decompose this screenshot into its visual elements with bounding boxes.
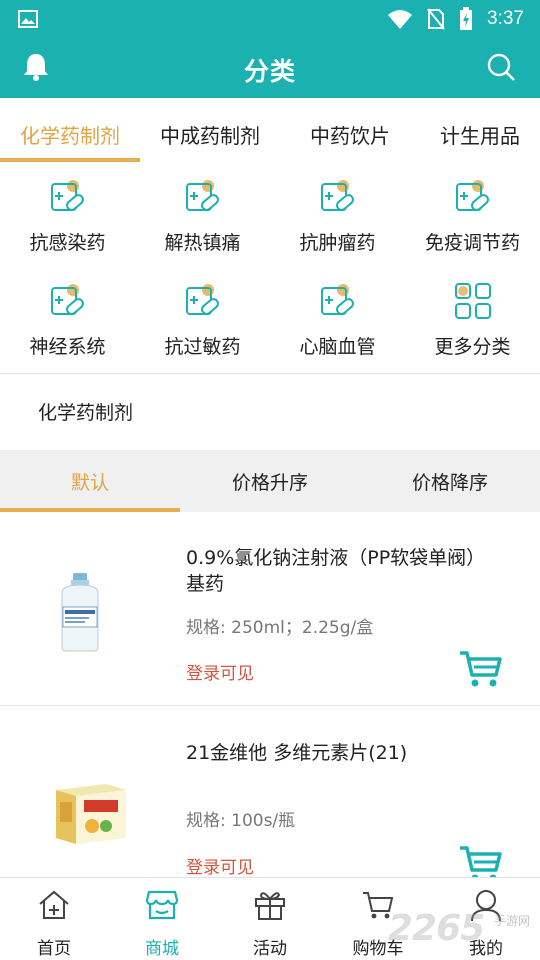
medicine-icon [319, 178, 357, 216]
subcategory-antitumor[interactable]: 抗肿瘤药 [270, 170, 405, 274]
product-spec: 规格: 100s/瓶 [186, 811, 296, 831]
product-item[interactable]: 21金维他 多维元素片(21) 规格: 100s/瓶 登录可见 [0, 740, 540, 882]
subcategory-label: 抗感染药 [29, 232, 106, 254]
sort-default[interactable]: 默认 [0, 450, 180, 512]
medicine-icon [184, 282, 222, 320]
product-name: 0.9%氯化钠注射液（PP软袋单阀）基药 [186, 547, 486, 595]
search-icon[interactable] [486, 52, 516, 82]
sort-price-asc[interactable]: 价格升序 [180, 450, 360, 512]
watermark-text: 手游网 [494, 914, 531, 928]
price-login-hint[interactable]: 登录可见 [186, 853, 254, 878]
add-to-cart-icon[interactable] [458, 649, 502, 689]
watermark-logo: 2265 [388, 908, 485, 949]
subcategory-antiallergy[interactable]: 抗过敏药 [135, 274, 270, 378]
medicine-icon [454, 178, 492, 216]
tab-chemical-drugs[interactable]: 化学药制剂 [0, 98, 140, 162]
subcategory-label: 更多分类 [434, 336, 511, 358]
medicine-icon [319, 282, 357, 320]
nav-label: 商城 [145, 939, 179, 959]
section-title: 化学药制剂 [38, 402, 134, 424]
nav-label: 首页 [37, 939, 71, 959]
gallery-icon [18, 10, 38, 28]
tab-chinese-patent-drugs[interactable]: 中成药制剂 [140, 98, 280, 162]
medicine-icon [49, 282, 87, 320]
battery-icon [460, 7, 473, 30]
list-separator [0, 705, 540, 706]
sort-price-desc[interactable]: 价格降序 [360, 450, 540, 512]
subcategory-label: 解热镇痛 [164, 232, 241, 254]
subcategory-immune[interactable]: 免疫调节药 [405, 170, 540, 274]
page-title: 分类 [243, 57, 296, 86]
app-header: 分类 [0, 38, 540, 98]
product-item[interactable]: 0.9%氯化钠注射液（PP软袋单阀）基药 规格: 250ml；2.25g/盒 登… [0, 545, 540, 705]
subcategory-antipyretic[interactable]: 解热镇痛 [135, 170, 270, 274]
subcategory-label: 免疫调节药 [424, 232, 520, 254]
tab-family-planning[interactable]: 计生用品 [420, 98, 540, 162]
medicine-icon [184, 178, 222, 216]
nav-activity[interactable]: 活动 [216, 878, 324, 960]
subcategory-label: 心脑血管 [299, 336, 376, 358]
status-bar: 3:37 [0, 0, 540, 38]
wifi-icon [388, 10, 413, 29]
product-spec: 规格: 250ml；2.25g/盒 [186, 618, 374, 638]
nav-home[interactable]: 首页 [0, 878, 108, 960]
gift-icon [255, 892, 285, 920]
subcategory-label: 抗过敏药 [164, 336, 241, 358]
divider [0, 373, 540, 374]
grid-icon [454, 282, 492, 320]
subcategory-nervous-system[interactable]: 神经系统 [0, 274, 135, 378]
category-tabs: 化学药制剂 中成药制剂 中药饮片 计生用品 [0, 98, 540, 162]
store-icon [145, 890, 179, 920]
subcategory-more[interactable]: 更多分类 [405, 274, 540, 378]
subcategory-label: 抗肿瘤药 [299, 232, 376, 254]
nav-store[interactable]: 商城 [108, 878, 216, 960]
subcategory-cardio[interactable]: 心脑血管 [270, 274, 405, 378]
subcategory-grid: 抗感染药 解热镇痛 抗肿瘤药 免疫调节药 神经系统 抗过敏药 心脑血管 更多分类 [0, 170, 540, 378]
product-image [61, 573, 99, 652]
home-icon [39, 890, 69, 919]
price-login-hint[interactable]: 登录可见 [186, 659, 254, 684]
subcategory-label: 神经系统 [29, 336, 106, 358]
sort-bar: 默认 价格升序 价格降序 [0, 450, 540, 512]
product-image [56, 784, 126, 844]
status-time: 3:37 [487, 8, 524, 29]
no-sim-icon [427, 8, 445, 30]
nav-label: 活动 [253, 939, 287, 959]
product-name: 21金维他 多维元素片(21) [186, 742, 408, 764]
tab-herbal-pieces[interactable]: 中药饮片 [280, 98, 420, 162]
medicine-icon [49, 178, 87, 216]
subcategory-anti-infective[interactable]: 抗感染药 [0, 170, 135, 274]
